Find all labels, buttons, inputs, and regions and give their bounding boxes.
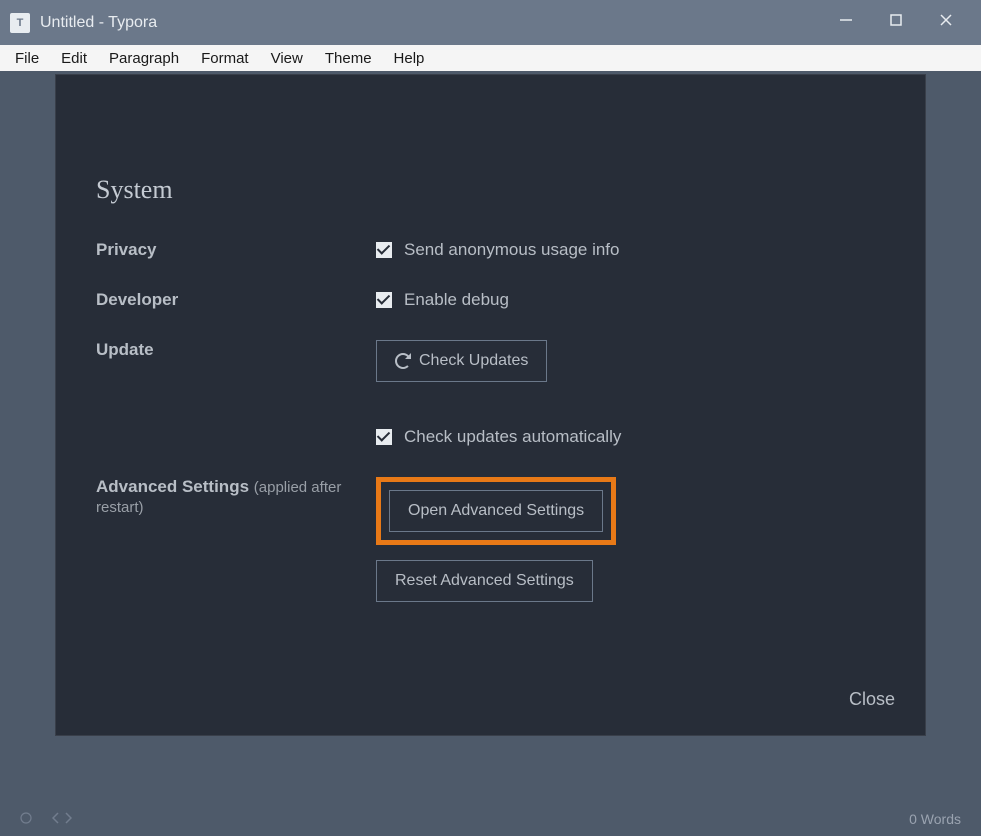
word-count[interactable]: 0 Words: [909, 811, 961, 827]
refresh-icon: [395, 353, 411, 369]
menu-bar: File Edit Paragraph Format View Theme He…: [0, 45, 981, 71]
checkbox-enable-debug[interactable]: [376, 292, 392, 308]
close-settings-button[interactable]: Close: [849, 689, 895, 710]
menu-theme[interactable]: Theme: [315, 48, 382, 69]
developer-content: Enable debug: [376, 290, 885, 310]
outline-toggle-icon[interactable]: [20, 811, 32, 827]
settings-panel: System Privacy Send anonymous usage info…: [55, 74, 926, 736]
window-title: Untitled - Typora: [40, 14, 836, 32]
menu-view[interactable]: View: [261, 48, 313, 69]
section-title-system: System: [96, 175, 885, 205]
close-button[interactable]: [936, 13, 956, 32]
check-updates-label: Check Updates: [419, 352, 528, 370]
label-send-anon: Send anonymous usage info: [404, 240, 620, 260]
menu-file[interactable]: File: [5, 48, 49, 69]
label-auto-update: Check updates automatically: [404, 427, 621, 447]
label-privacy: Privacy: [96, 240, 376, 260]
minimize-button[interactable]: [836, 13, 856, 32]
source-code-icon[interactable]: [52, 811, 72, 827]
check-updates-button[interactable]: Check Updates: [376, 340, 547, 382]
menu-paragraph[interactable]: Paragraph: [99, 48, 189, 69]
highlight-box: Open Advanced Settings: [376, 477, 616, 545]
settings-row-advanced: Advanced Settings (applied after restart…: [96, 477, 885, 602]
settings-row-update: Update Check Updates Check updates autom…: [96, 340, 885, 447]
advanced-content: Open Advanced Settings Reset Advanced Se…: [376, 477, 885, 602]
label-advanced: Advanced Settings (applied after restart…: [96, 477, 376, 602]
checkbox-row-auto-update: Check updates automatically: [376, 427, 885, 447]
checkbox-row-anon: Send anonymous usage info: [376, 240, 885, 260]
title-bar: T Untitled - Typora: [0, 0, 981, 45]
maximize-button[interactable]: [886, 13, 906, 32]
checkbox-auto-update[interactable]: [376, 429, 392, 445]
open-advanced-settings-button[interactable]: Open Advanced Settings: [389, 490, 603, 532]
status-left: [20, 811, 909, 827]
settings-row-privacy: Privacy Send anonymous usage info: [96, 240, 885, 260]
menu-edit[interactable]: Edit: [51, 48, 97, 69]
window-controls: [836, 13, 971, 32]
checkbox-send-anon[interactable]: [376, 242, 392, 258]
reset-advanced-settings-button[interactable]: Reset Advanced Settings: [376, 560, 593, 602]
privacy-content: Send anonymous usage info: [376, 240, 885, 260]
status-bar: 0 Words: [0, 801, 981, 836]
label-advanced-main: Advanced Settings: [96, 477, 254, 496]
label-enable-debug: Enable debug: [404, 290, 509, 310]
label-update: Update: [96, 340, 376, 447]
settings-row-developer: Developer Enable debug: [96, 290, 885, 310]
app-icon: T: [10, 13, 30, 33]
menu-format[interactable]: Format: [191, 48, 259, 69]
update-content: Check Updates Check updates automaticall…: [376, 340, 885, 447]
menu-help[interactable]: Help: [384, 48, 435, 69]
label-developer: Developer: [96, 290, 376, 310]
checkbox-row-debug: Enable debug: [376, 290, 885, 310]
content-area: System Privacy Send anonymous usage info…: [0, 71, 981, 836]
